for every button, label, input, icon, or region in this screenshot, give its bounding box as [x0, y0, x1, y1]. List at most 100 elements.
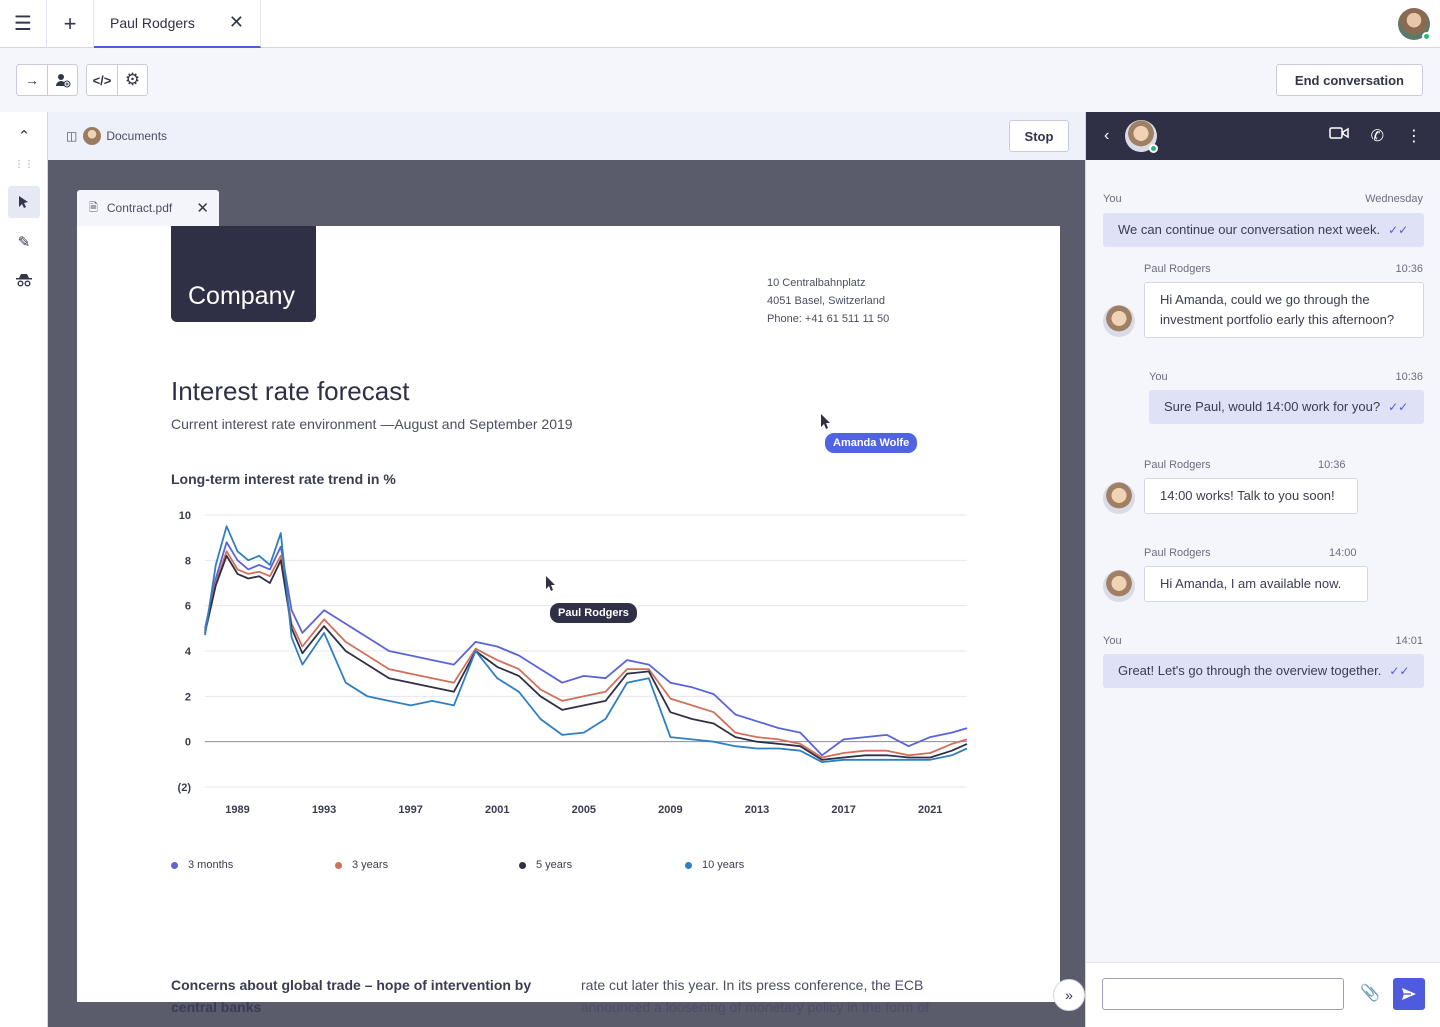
documents-label: Documents — [106, 129, 168, 143]
read-check-icon: ✓✓ — [1388, 400, 1409, 414]
toolbar: → </> ⚙ End conversation — [0, 48, 1440, 112]
message-time: 14:00 — [1329, 547, 1357, 559]
message-bubble: We can continue our conversation next we… — [1103, 213, 1424, 247]
message-time: 10:36 — [1395, 371, 1423, 383]
send-icon — [1402, 988, 1416, 1000]
series-line-3-years — [204, 550, 968, 759]
message-text: Great! Let's go through the overview tog… — [1118, 663, 1382, 678]
tab-label: Paul Rodgers — [110, 14, 195, 31]
legend-dot-icon — [171, 861, 178, 869]
tab-paul-rodgers[interactable]: Paul Rodgers ✕ — [94, 0, 261, 48]
paperclip-icon[interactable]: 📎 — [1360, 983, 1380, 1003]
message-bubble: Hi Amanda, I am available now. — [1144, 566, 1368, 602]
legend-dot-icon — [335, 861, 342, 869]
x-tick-label: 2021 — [918, 804, 942, 816]
legend-dot-icon — [685, 861, 692, 869]
interest-rate-chart: 10 8 6 4 2 0 (2) 1989 1993 1997 2001 2005 2009 2013 20… — [178, 511, 968, 816]
file-tab-label: Contract.pdf — [106, 201, 173, 215]
share-document-icon: ◫ — [66, 129, 78, 143]
x-tick-label: 2005 — [572, 804, 596, 816]
gear-icon[interactable]: ⚙ — [117, 65, 147, 95]
address-line: 4051 Basel, Switzerland — [767, 295, 886, 307]
message-sender: Paul Rodgers — [1144, 263, 1211, 275]
left-toolbar: ⌃ ⋮⋮ ✎ — [0, 112, 48, 1027]
y-tick-label: 4 — [185, 646, 192, 658]
x-tick-label: 2001 — [485, 804, 509, 816]
drag-handle-icon[interactable]: ⋮⋮ — [8, 156, 40, 172]
message-sender: You — [1103, 635, 1122, 647]
legend-label: 10 years — [702, 859, 745, 871]
presenter-avatar — [83, 127, 102, 145]
pointer-icon[interactable] — [8, 186, 40, 218]
legend-dot-icon — [519, 861, 526, 869]
stop-button[interactable]: Stop — [1009, 120, 1069, 152]
section-heading: Concerns about global trade – hope of in… — [171, 977, 532, 1015]
sender-avatar — [1103, 570, 1135, 602]
toolbar-group-1: → — [16, 64, 78, 96]
document-bar: ◫ Documents Stop — [48, 112, 1085, 160]
sender-avatar — [1103, 482, 1135, 514]
x-tick-label: 1989 — [225, 804, 249, 816]
paul-cursor-icon — [546, 576, 555, 591]
message-composer: 📎 — [1086, 962, 1440, 1027]
x-tick-label: 2009 — [658, 804, 682, 816]
collapse-up-icon[interactable]: ⌃ — [8, 120, 40, 152]
video-icon[interactable] — [1328, 126, 1349, 146]
series-line-5-years — [204, 554, 968, 761]
amanda-cursor-icon — [821, 414, 830, 429]
code-icon[interactable]: </> — [87, 65, 117, 95]
legend-item: 5 years — [519, 859, 572, 871]
contact-avatar[interactable] — [1125, 120, 1159, 153]
message-text: Sure Paul, would 14:00 work for you? — [1164, 399, 1381, 414]
hamburger-icon[interactable]: ☰ — [0, 0, 47, 48]
address-line: 10 Centralbahnplatz — [767, 277, 866, 289]
end-conversation-button[interactable]: End conversation — [1275, 64, 1423, 96]
message-sender: Paul Rodgers — [1144, 459, 1211, 471]
legend-item: 3 months — [171, 859, 233, 871]
message-bubble: Great! Let's go through the overview tog… — [1103, 654, 1424, 688]
close-icon[interactable]: ✕ — [229, 12, 244, 33]
incognito-icon[interactable] — [8, 264, 40, 296]
chat-header: ‹ ✆ ⋮ — [1086, 112, 1440, 160]
legend-label: 3 months — [188, 859, 234, 871]
plus-icon[interactable]: + — [47, 0, 94, 48]
message-input[interactable] — [1102, 978, 1344, 1010]
read-check-icon: ✓✓ — [1388, 223, 1409, 237]
message-sender: You — [1149, 371, 1168, 383]
document-title: Interest rate forecast — [171, 376, 410, 406]
series-line-10-years — [204, 525, 968, 763]
message-sender: Paul Rodgers — [1144, 547, 1211, 559]
message-time: Wednesday — [1365, 193, 1423, 205]
expand-panel-icon[interactable]: » — [1053, 979, 1085, 1011]
back-icon[interactable]: ‹ — [1104, 127, 1109, 145]
toolbar-group-2: </> ⚙ — [86, 64, 148, 96]
top-bar: ☰ + Paul Rodgers ✕ — [0, 0, 1440, 48]
pen-icon[interactable]: ✎ — [8, 226, 40, 258]
section-text: rate cut later this year. In its press c… — [581, 977, 929, 1015]
y-tick-label: 2 — [185, 691, 191, 703]
document-subtitle: Current interest rate environment —Augus… — [171, 416, 573, 432]
legend-label: 5 years — [536, 859, 573, 871]
amanda-cursor-label: Amanda Wolfe — [825, 433, 918, 453]
y-tick-label: 6 — [185, 601, 191, 613]
x-tick-label: 1997 — [398, 804, 422, 816]
address-line: Phone: +41 61 511 11 50 — [767, 313, 890, 325]
phone-icon[interactable]: ✆ — [1371, 126, 1384, 146]
arrow-right-icon[interactable]: → — [17, 65, 47, 95]
chart-title: Long-term interest rate trend in % — [171, 471, 396, 487]
send-button[interactable] — [1393, 978, 1425, 1010]
document-viewer: 🗎 Contract.pdf ✕ Company 10 Centralbahnp… — [48, 160, 1085, 1027]
message-bubble: 14:00 works! Talk to you soon! — [1144, 478, 1358, 514]
close-icon[interactable]: ✕ — [196, 199, 209, 217]
message-sender: You — [1103, 193, 1122, 205]
add-user-icon[interactable] — [47, 65, 77, 95]
sender-avatar — [1103, 305, 1135, 337]
file-tab[interactable]: 🗎 Contract.pdf ✕ — [77, 190, 219, 226]
online-status-icon — [1422, 32, 1431, 41]
more-icon[interactable]: ⋮ — [1406, 126, 1422, 146]
y-tick-label: (2) — [178, 782, 192, 794]
message-time: 14:01 — [1395, 635, 1423, 647]
user-avatar[interactable] — [1398, 8, 1431, 41]
message-bubble: Hi Amanda, could we go through the inves… — [1144, 282, 1424, 338]
y-tick-label: 8 — [185, 555, 191, 567]
